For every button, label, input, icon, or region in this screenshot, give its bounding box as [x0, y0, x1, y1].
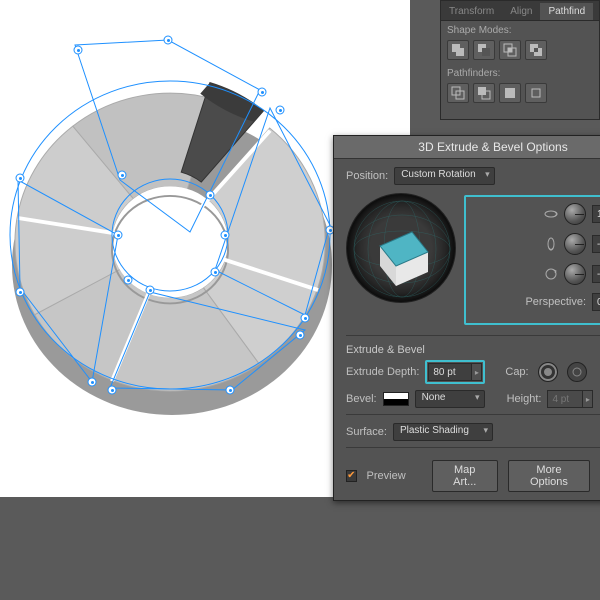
- anchor-point[interactable]: [164, 36, 173, 45]
- position-label: Position:: [346, 170, 388, 182]
- anchor-point[interactable]: [114, 231, 123, 240]
- anchor-point[interactable]: [226, 386, 235, 395]
- anchor-point[interactable]: [16, 288, 25, 297]
- minus-front-button[interactable]: [473, 40, 495, 60]
- more-options-button[interactable]: More Options: [508, 460, 590, 492]
- intersect-button[interactable]: [499, 40, 521, 60]
- preview-label: Preview: [367, 470, 406, 482]
- merge-button[interactable]: [499, 83, 521, 103]
- surface-select[interactable]: Plastic Shading: [393, 423, 493, 441]
- extrude-depth-label: Extrude Depth:: [346, 366, 419, 378]
- anchor-point[interactable]: [108, 386, 117, 395]
- height-input: [547, 390, 583, 408]
- anchor-point[interactable]: [301, 314, 310, 323]
- anchor-point[interactable]: [146, 286, 155, 295]
- anchor-point[interactable]: [206, 191, 215, 200]
- height-stepper: ▸: [583, 390, 593, 408]
- tab-transform[interactable]: Transform: [441, 3, 502, 20]
- rotate-z-dial[interactable]: [564, 263, 586, 285]
- anchor-point[interactable]: [221, 231, 230, 240]
- rotate-y-icon: [544, 237, 558, 251]
- rotate-x-input[interactable]: [592, 205, 600, 223]
- extrude-depth-input[interactable]: [428, 363, 472, 381]
- cap-label: Cap:: [505, 366, 528, 378]
- cap-on-button[interactable]: [538, 362, 558, 382]
- surface-label: Surface:: [346, 426, 387, 438]
- rotation-trackball[interactable]: [346, 193, 456, 303]
- exclude-button[interactable]: [525, 40, 547, 60]
- preview-checkbox[interactable]: ✔: [346, 470, 357, 482]
- perspective-label: Perspective:: [525, 296, 586, 308]
- rotate-z-input[interactable]: [592, 265, 600, 283]
- map-art-button[interactable]: Map Art...: [432, 460, 498, 492]
- extrude-bevel-heading: Extrude & Bevel: [346, 344, 600, 356]
- anchor-point[interactable]: [88, 378, 97, 387]
- height-label: Height:: [507, 393, 542, 405]
- tab-align[interactable]: Align: [502, 3, 540, 20]
- pathfinder-panel: Transform Align Pathfind Shape Modes: Pa…: [440, 0, 600, 120]
- cap-off-button[interactable]: [567, 362, 587, 382]
- anchor-point[interactable]: [124, 276, 133, 285]
- rotate-x-dial[interactable]: [564, 203, 586, 225]
- trim-button[interactable]: [473, 83, 495, 103]
- rotate-y-input[interactable]: [592, 235, 600, 253]
- bevel-swatch: [383, 392, 409, 406]
- divide-button[interactable]: [447, 83, 469, 103]
- shape-modes-label: Shape Modes:: [441, 21, 599, 38]
- anchor-point[interactable]: [118, 171, 127, 180]
- anchor-point[interactable]: [276, 106, 285, 115]
- rotation-highlight: Perspective: ▸: [464, 195, 600, 325]
- dialog-title: 3D Extrude & Bevel Options: [334, 136, 600, 159]
- anchor-point[interactable]: [74, 46, 83, 55]
- anchor-point[interactable]: [16, 174, 25, 183]
- pathfinders-label: Pathfinders:: [441, 64, 599, 81]
- rotate-z-icon: [544, 267, 558, 281]
- extrude-depth-highlight: ▸: [425, 360, 485, 384]
- tab-pathfinder[interactable]: Pathfind: [540, 3, 593, 20]
- bevel-select[interactable]: None: [415, 390, 485, 408]
- crop-button[interactable]: [525, 83, 547, 103]
- extrude-depth-stepper[interactable]: ▸: [472, 363, 482, 381]
- anchor-point[interactable]: [296, 331, 305, 340]
- rotate-y-dial[interactable]: [564, 233, 586, 255]
- extrude-bevel-dialog: 3D Extrude & Bevel Options Position: Cus…: [333, 135, 600, 501]
- anchor-point[interactable]: [211, 268, 220, 277]
- position-select[interactable]: Custom Rotation: [394, 167, 494, 185]
- anchor-point[interactable]: [258, 88, 267, 97]
- unite-button[interactable]: [447, 40, 469, 60]
- rotate-x-icon: [544, 207, 558, 221]
- bevel-label: Bevel:: [346, 393, 377, 405]
- perspective-input[interactable]: [592, 293, 600, 311]
